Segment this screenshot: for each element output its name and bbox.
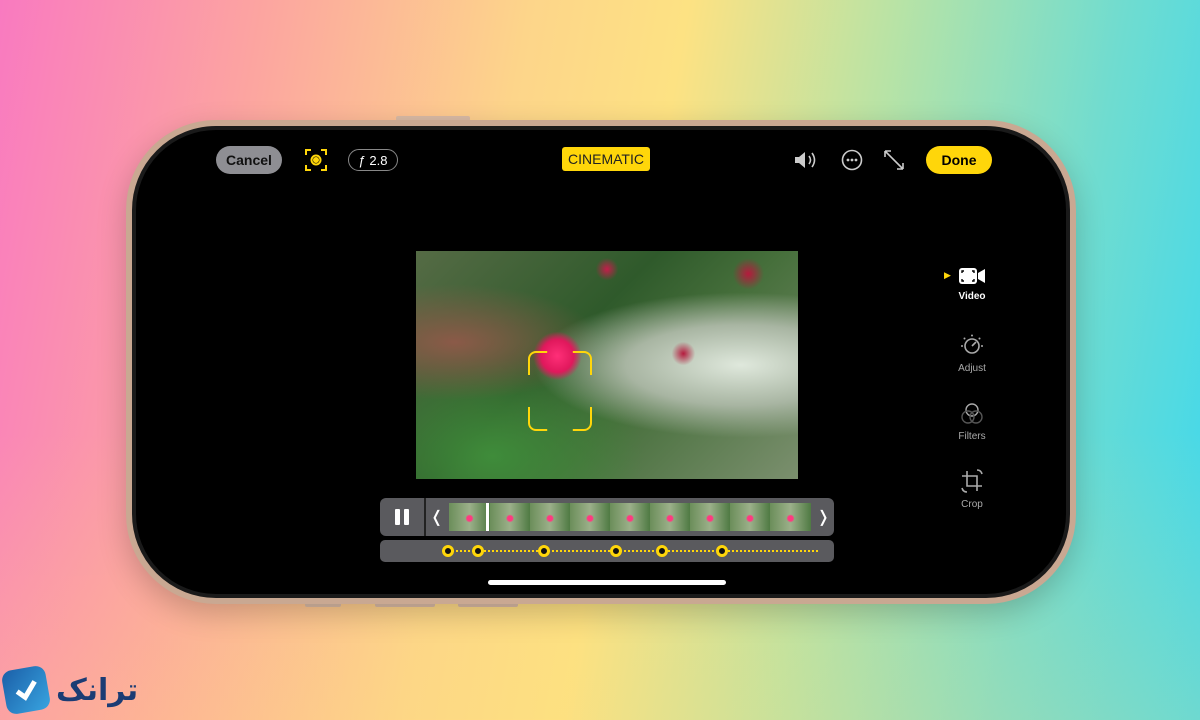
speaker-icon[interactable] [792, 148, 820, 172]
focus-track-line [444, 550, 818, 552]
checkmark-logo-icon [0, 664, 52, 716]
focus-tracking-box[interactable] [528, 351, 592, 431]
sidebar-item-adjust[interactable]: Adjust [944, 334, 1000, 374]
adjust-dial-icon [961, 334, 983, 354]
video-frame-thumbnail [569, 503, 610, 531]
ellipsis-circle-icon[interactable] [840, 148, 864, 172]
trim-start-handle[interactable]: ❬ [430, 507, 443, 527]
video-frame-thumbnail [489, 503, 530, 531]
focus-keyframe-point[interactable] [538, 545, 550, 557]
focus-keyframe-point[interactable] [656, 545, 668, 557]
active-indicator-icon: ▶ [944, 270, 951, 280]
cancel-button[interactable]: Cancel [216, 146, 282, 174]
logo-text: ترانک [56, 672, 139, 708]
aperture-button[interactable]: ƒ 2.8 [348, 149, 398, 171]
frame-strip [449, 503, 811, 531]
video-frame-thumbnail [609, 503, 651, 531]
iphone-frame: Cancel ƒ 2.8 CINEMATIC Done ❬ ❭ ▶ Video … [126, 120, 1076, 604]
cinematic-badge[interactable]: CINEMATIC [562, 147, 650, 171]
playhead[interactable] [486, 503, 489, 531]
video-frame-thumbnail [449, 503, 490, 531]
video-preview[interactable] [416, 251, 798, 479]
video-timeline[interactable]: ❬ ❭ [380, 498, 834, 536]
watermark-logo: ترانک [0, 664, 139, 716]
focus-keyframe-point[interactable] [610, 545, 622, 557]
focus-keyframe-point[interactable] [472, 545, 484, 557]
home-indicator[interactable] [488, 580, 726, 585]
focus-lock-icon[interactable] [304, 148, 328, 172]
focus-keyframe-point[interactable] [442, 545, 454, 557]
video-frame-thumbnail [529, 503, 570, 531]
frame-scrubber[interactable]: ❬ ❭ [426, 498, 834, 536]
focus-keyframe-point[interactable] [716, 545, 728, 557]
video-frame-thumbnail [730, 503, 771, 531]
done-button[interactable]: Done [926, 146, 992, 174]
sidebar-item-video[interactable]: ▶ Video [944, 266, 1000, 302]
video-camera-icon [959, 268, 985, 284]
photo-editor-screen: Cancel ƒ 2.8 CINEMATIC Done ❬ ❭ ▶ Video … [132, 126, 1070, 598]
pause-button[interactable] [380, 498, 426, 536]
crop-rotate-icon [961, 469, 983, 493]
filters-icon [961, 403, 983, 424]
video-frame-thumbnail [770, 503, 811, 531]
video-frame-thumbnail [690, 503, 731, 531]
expand-arrows-icon[interactable] [882, 148, 906, 172]
focus-keyframe-track[interactable] [380, 540, 834, 562]
sidebar-item-filters[interactable]: Filters [944, 402, 1000, 442]
trim-end-handle[interactable]: ❭ [817, 507, 830, 527]
video-frame-thumbnail [650, 503, 691, 531]
sidebar-item-crop[interactable]: Crop [944, 468, 1000, 510]
